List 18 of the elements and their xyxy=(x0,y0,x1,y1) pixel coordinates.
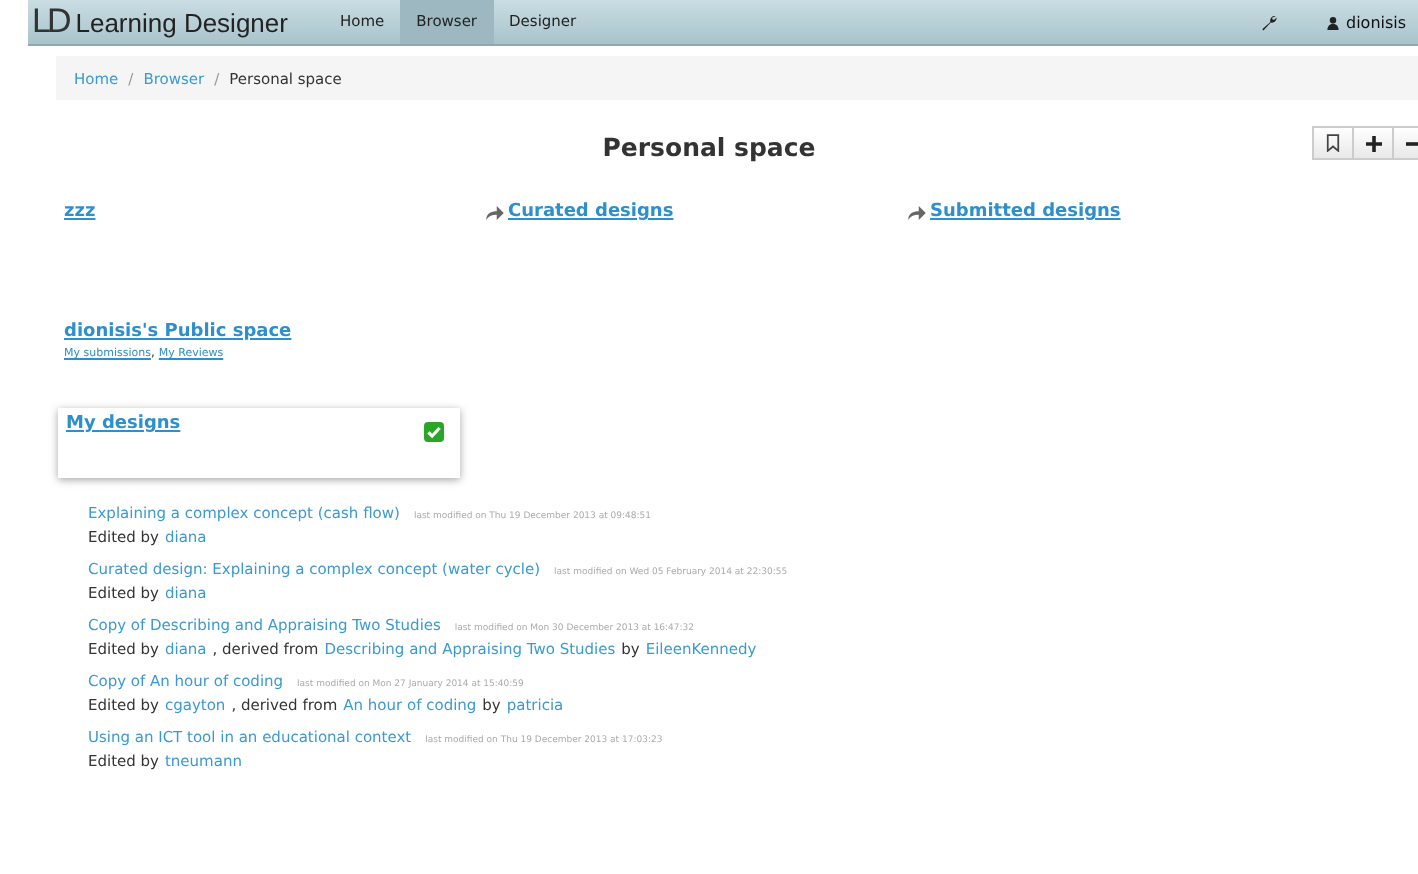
brand-name[interactable]: Learning Designer xyxy=(75,7,288,37)
page-title: Personal space xyxy=(602,130,816,162)
user-menu[interactable]: dionisis xyxy=(1346,13,1418,31)
share-arrow-icon xyxy=(908,205,926,219)
logo-mark: LD xyxy=(32,2,68,42)
bookmark-icon xyxy=(1326,134,1340,152)
public-space-link[interactable]: dionisis's Public space xyxy=(64,322,292,342)
checkbox[interactable] xyxy=(424,422,444,442)
add-button[interactable] xyxy=(1352,126,1394,160)
bookmark-button[interactable] xyxy=(1312,126,1354,160)
space-link[interactable]: zzz xyxy=(64,202,96,222)
user-icon xyxy=(1326,15,1340,29)
space-link[interactable]: Curated designs xyxy=(508,202,674,222)
plus-icon xyxy=(1365,135,1381,151)
my-designs-link[interactable]: My designs xyxy=(66,414,181,434)
share-arrow-icon xyxy=(486,205,504,219)
space-link[interactable]: Submitted designs xyxy=(930,202,1121,222)
wrench-icon[interactable] xyxy=(1260,13,1278,31)
